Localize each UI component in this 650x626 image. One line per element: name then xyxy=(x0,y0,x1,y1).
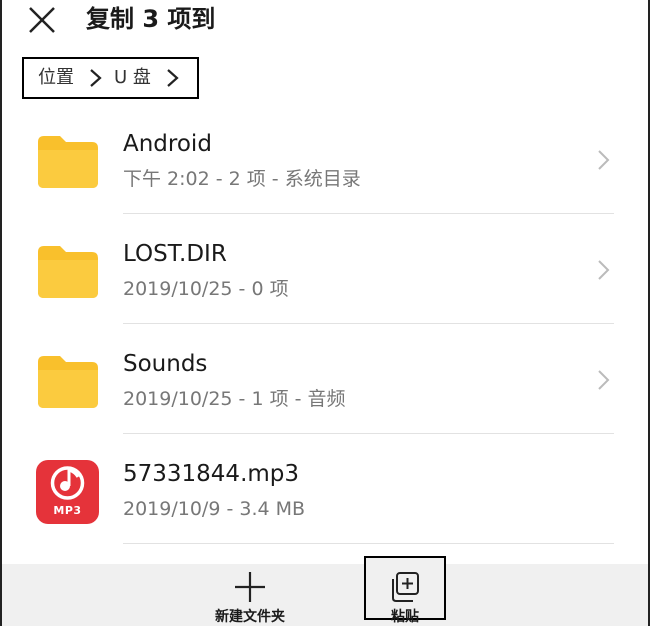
list-item-folder[interactable]: LOST.DIR 2019/10/25 - 0 项 xyxy=(0,214,650,324)
chevron-right-icon xyxy=(598,260,610,280)
divider xyxy=(123,543,614,544)
close-icon xyxy=(29,7,55,33)
breadcrumb-item-usb[interactable]: U 盘 xyxy=(114,66,151,90)
new-folder-label: 新建文件夹 xyxy=(215,609,285,625)
plus-icon xyxy=(235,572,265,602)
chevron-right-icon xyxy=(598,370,610,390)
folder-icon xyxy=(38,356,98,408)
chevron-right-icon xyxy=(598,150,610,170)
file-type-badge: MP3 xyxy=(53,504,82,517)
file-meta: 2019/10/25 - 1 项 - 音频 xyxy=(123,388,346,410)
page-title: 复制 3 项到 xyxy=(86,5,216,33)
file-meta: 下午 2:02 - 2 项 - 系统目录 xyxy=(123,168,361,190)
file-name: Sounds xyxy=(123,351,208,377)
music-note-icon xyxy=(50,466,85,500)
file-name: 57331844.mp3 xyxy=(123,461,300,487)
new-folder-button[interactable]: 新建文件夹 xyxy=(207,564,293,626)
paste-icon xyxy=(392,572,419,602)
file-name: LOST.DIR xyxy=(123,241,227,267)
folder-icon xyxy=(38,246,98,298)
paste-button[interactable]: 粘贴 xyxy=(364,556,446,625)
list-item-file[interactable]: MP3 57331844.mp3 2019/10/9 - 3.4 MB xyxy=(0,434,650,544)
close-button[interactable] xyxy=(26,4,58,36)
chevron-right-icon xyxy=(90,69,102,87)
bottom-action-bar: 新建文件夹 粘贴 xyxy=(2,556,648,626)
breadcrumb-item-location[interactable]: 位置 xyxy=(38,66,74,90)
breadcrumb: 位置 U 盘 xyxy=(22,57,199,99)
list-item-folder[interactable]: Sounds 2019/10/25 - 1 项 - 音频 xyxy=(0,324,650,434)
header: 复制 3 项到 xyxy=(0,0,650,44)
chevron-right-icon xyxy=(167,69,179,87)
file-meta: 2019/10/25 - 0 项 xyxy=(123,278,289,300)
file-name: Android xyxy=(123,131,212,157)
file-meta: 2019/10/9 - 3.4 MB xyxy=(123,498,306,520)
list-item-folder[interactable]: Android 下午 2:02 - 2 项 - 系统目录 xyxy=(0,104,650,214)
music-file-icon: MP3 xyxy=(36,460,99,524)
folder-icon xyxy=(38,136,98,188)
paste-label: 粘贴 xyxy=(391,609,419,625)
